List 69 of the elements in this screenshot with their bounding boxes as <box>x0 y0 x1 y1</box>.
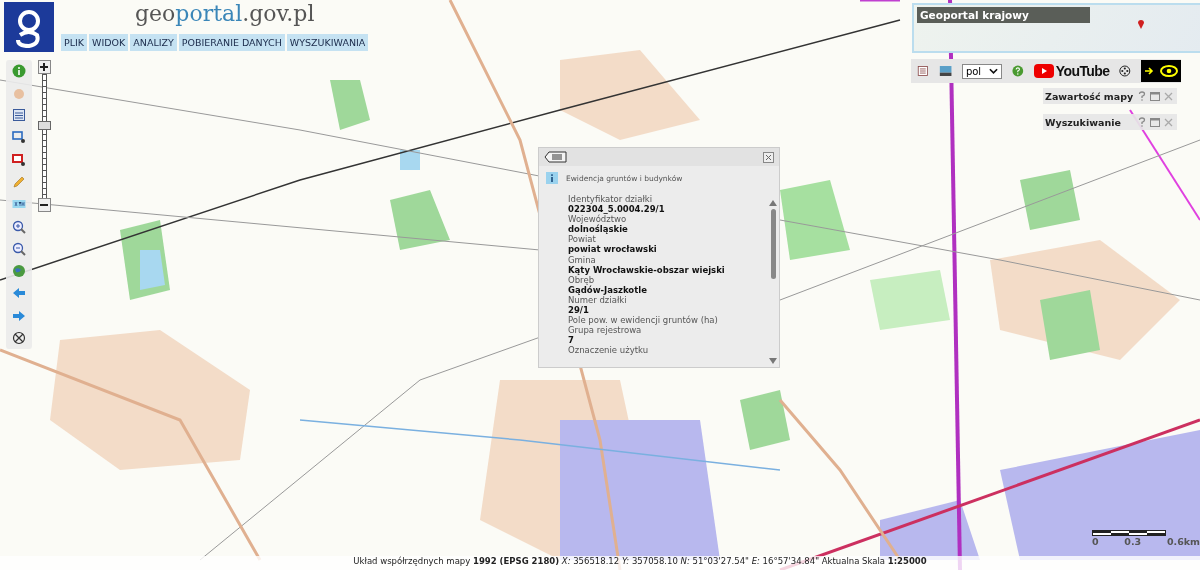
site-logo-text: portal <box>175 1 243 26</box>
field-value: Kąty Wrocławskie-obszar wiejski <box>568 264 726 275</box>
language-select[interactable]: pol <box>961 63 1003 79</box>
list-icon[interactable] <box>917 64 929 78</box>
menu-item[interactable]: WYSZUKIWANIA <box>286 34 369 51</box>
overview-map-title: Geoportal krajowy <box>917 7 1090 23</box>
site-logo-text: .gov.pl <box>242 1 315 26</box>
info-icon[interactable] <box>12 63 26 78</box>
plus-icon <box>39 62 49 72</box>
scroll-up-icon[interactable] <box>769 200 777 206</box>
chevron-down-icon <box>989 68 999 74</box>
field-value: Gądów-Jaszkotle <box>568 284 648 295</box>
menu-item[interactable]: POBIERANIE DANYCH <box>178 34 285 51</box>
arrow-right-icon[interactable] <box>12 308 26 323</box>
info-icon <box>546 172 558 184</box>
site-logo-text: geo <box>135 1 176 26</box>
help-icon[interactable] <box>1012 64 1024 78</box>
field-label: Województwo <box>568 214 627 225</box>
maximize-icon[interactable] <box>1150 117 1160 127</box>
scroll-down-icon[interactable] <box>769 358 777 364</box>
kml-file-icon[interactable] <box>938 64 952 78</box>
play-icon <box>1033 64 1054 78</box>
back-list-icon[interactable] <box>544 151 568 163</box>
selection-rectangle-icon[interactable] <box>12 152 26 167</box>
field-label: Identyfikator działki <box>568 194 654 205</box>
zoom-out-icon[interactable] <box>12 241 26 256</box>
field-label: Oznaczenie użytku <box>568 345 650 356</box>
collapsed-panel[interactable]: Zawartość mapy <box>1043 88 1177 104</box>
status-text: Układ współrzędnych mapy 1992 (EPSG 2180) X: 356518.12 Y: 357058.10 N: 51°03'27.54" E: 16°57'34.84" Aktualna Skala 1:25000 <box>353 556 927 568</box>
help-icon[interactable] <box>1138 91 1146 101</box>
zoom-slider-handle[interactable] <box>37 121 51 131</box>
arrow-left-icon[interactable] <box>12 286 26 301</box>
selection-rectangle-icon[interactable] <box>12 130 26 145</box>
accessibility-button[interactable] <box>1141 60 1181 82</box>
logo-icon[interactable] <box>4 2 54 52</box>
field-label: Pole pow. w ewidencji gruntów (ha) <box>568 315 719 326</box>
menu-item[interactable]: ANALIZY <box>130 34 177 51</box>
pond <box>400 150 420 170</box>
scale-label: 0 <box>1092 536 1099 547</box>
field-label: Gmina <box>568 254 597 265</box>
scrollbar[interactable] <box>768 200 778 364</box>
globe-icon[interactable] <box>12 264 26 279</box>
field-value: 022304_5.0004.29/1 <box>568 204 666 215</box>
field-label: Grupa rejestrowa <box>568 325 643 336</box>
scale-label: 0.6km <box>1166 536 1200 547</box>
field-label: Obręb <box>568 274 595 285</box>
collapsed-panel[interactable]: Wyszukiwanie <box>1043 114 1177 130</box>
field-value: powiat wrocławski <box>568 244 658 255</box>
field-value: 7 <box>568 335 575 346</box>
film-reel-icon[interactable] <box>1119 64 1131 78</box>
field-label: Numer działki <box>568 294 627 306</box>
field-label: Powiat <box>568 234 597 245</box>
pond <box>140 250 165 290</box>
panel-title: Zawartość mapy <box>1045 90 1134 102</box>
youtube-link[interactable]: YouTube <box>1033 63 1110 79</box>
menu-item[interactable]: PLIK <box>61 34 88 51</box>
maximize-icon[interactable] <box>1150 91 1160 101</box>
map-pin-icon <box>1138 19 1144 29</box>
panel-title: Wyszukiwanie <box>1045 116 1121 128</box>
table-icon[interactable] <box>12 108 26 123</box>
help-icon[interactable] <box>1138 117 1146 127</box>
zoom-in-icon[interactable] <box>12 219 26 234</box>
field-value: dolnośląskie <box>568 224 629 235</box>
field-value: 29/1 <box>568 305 590 316</box>
scale-label: 0.3 <box>1124 536 1142 547</box>
overview-map[interactable]: Geoportal krajowy <box>912 3 1200 53</box>
menu-item[interactable]: WIDOK <box>89 34 129 51</box>
close-icon[interactable] <box>763 151 774 163</box>
crosshair-circle-icon[interactable] <box>12 331 26 346</box>
